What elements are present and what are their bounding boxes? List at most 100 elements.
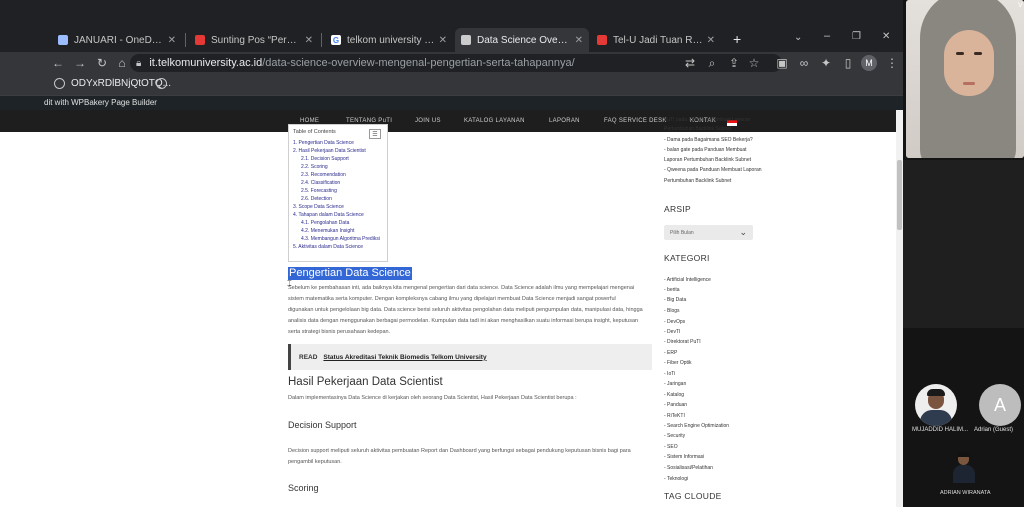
bookmark-item-globe[interactable] xyxy=(156,78,173,89)
category-link[interactable]: - DevTI xyxy=(664,329,680,335)
category-link[interactable]: - Fiber Optik xyxy=(664,360,692,366)
close-tab-icon[interactable]: ✕ xyxy=(575,35,583,46)
menu-kebab-icon[interactable]: ⋮ xyxy=(884,55,900,71)
category-link[interactable]: - Direktorat PuTI xyxy=(664,339,701,345)
page-scrollbar-thumb[interactable] xyxy=(897,160,902,230)
nav-join-us[interactable]: JOIN US xyxy=(415,118,441,124)
category-link[interactable]: - Katalog xyxy=(664,392,684,398)
section-title-hasil-pekerjaan: Hasil Pekerjaan Data Scientist xyxy=(288,376,443,388)
category-link[interactable]: - Big Data xyxy=(664,297,686,303)
extension-m-icon[interactable]: ▣ xyxy=(774,55,790,71)
category-link[interactable]: - RiTeKTI xyxy=(664,413,685,419)
wpbakery-edit-link[interactable]: dit with WPBakery Page Builder xyxy=(44,98,157,107)
reload-icon[interactable]: ↻ xyxy=(94,55,110,71)
toc-item[interactable]: 4.2. Menemukan Insight xyxy=(293,227,383,235)
recent-comment[interactable]: - Dama pada Bagaimana SEO Bekerja? xyxy=(664,137,753,143)
toc-item[interactable]: 2.6. Detection xyxy=(293,195,383,203)
nav-laporan[interactable]: LAPORAN xyxy=(549,118,580,124)
share-icon[interactable]: ⇪ xyxy=(726,55,742,71)
category-link[interactable]: - Security xyxy=(664,433,685,439)
lock-icon: 🔒︎ xyxy=(136,57,142,69)
tab-search-icon[interactable]: ⌄ xyxy=(794,32,802,43)
zoom-icon[interactable]: ⌕ xyxy=(704,55,720,71)
back-icon[interactable]: ← xyxy=(50,55,66,71)
toc-item[interactable]: 3. Scope Data Science xyxy=(293,203,383,211)
recent-comment[interactable]: PuTI pada Panduan Membuat Laporan xyxy=(664,117,750,123)
empty-video-tile xyxy=(903,160,1024,328)
minimize-icon[interactable]: – xyxy=(824,30,830,42)
tab-data-science-overview[interactable]: Data Science Overview : M ✕ xyxy=(455,28,589,52)
avatar-hair xyxy=(927,389,945,396)
participant-name: Adrian (Guest) xyxy=(974,427,1014,433)
toc-item[interactable]: 2.4. Classification xyxy=(293,179,383,187)
recent-comment[interactable]: - balan gate pada Panduan Membuat xyxy=(664,147,747,153)
tab-sunting-pos[interactable]: Sunting Pos “Perancangan ✕ xyxy=(189,28,319,52)
nav-katalog-layanan[interactable]: KATALOG LAYANAN xyxy=(464,118,525,124)
side-panel-icon[interactable]: ▯ xyxy=(840,55,856,71)
new-tab-button[interactable]: + xyxy=(733,31,741,47)
tab-title: telkom university - Penel xyxy=(347,34,435,46)
category-link[interactable]: - SEO xyxy=(664,444,678,450)
toc-item[interactable]: 5. Aktivitas dalam Data Science xyxy=(293,243,383,251)
toc-item[interactable]: 2. Hasil Pekerjaan Data Scientist xyxy=(293,147,383,155)
category-link[interactable]: - berita xyxy=(664,287,680,293)
category-link[interactable]: - DevOps xyxy=(664,319,685,325)
paragraph-line: sistem matematika serta komputer. Dengan… xyxy=(288,296,616,302)
nav-faq-service-desk[interactable]: FAQ SERVICE DESK xyxy=(604,118,667,124)
bookmark-star-icon[interactable]: ☆ xyxy=(746,55,762,71)
bookmark-item[interactable]: ODYxRDlBNjQtOTQ... xyxy=(54,78,171,89)
recent-comment[interactable]: Laporan Pertumbuhan Backlink Subnet xyxy=(664,157,751,163)
toc-item[interactable]: 4.3. Membangun Algoritma Prediksi xyxy=(293,235,383,243)
category-title: KATEGORI xyxy=(664,253,710,263)
archive-month-select[interactable]: Pilih Bulan ⌄ xyxy=(664,225,753,240)
self-avatar xyxy=(952,451,976,485)
archive-title: ARSIP xyxy=(664,204,692,214)
recent-comment[interactable]: Pertumbuhan Backlink Subnet xyxy=(664,126,731,132)
category-link[interactable]: - Jaringan xyxy=(664,381,686,387)
participant-avatar[interactable] xyxy=(915,384,957,426)
tab-telu-tuan-rumah[interactable]: Tel-U Jadi Tuan Rumah W ✕ xyxy=(591,28,721,52)
toc-item[interactable]: 2.3. Recomendation xyxy=(293,171,383,179)
toc-item[interactable]: 2.1. Decision Support xyxy=(293,155,383,163)
tab-onedrive[interactable]: JANUARI - OneDrive ✕ xyxy=(52,28,182,52)
read-also-link[interactable]: Status Akreditasi Teknik Biomedis Telkom… xyxy=(323,354,486,361)
category-link[interactable]: - IoTi xyxy=(664,371,675,377)
subtitle-decision-support: Decision Support xyxy=(288,420,357,430)
close-tab-icon[interactable]: ✕ xyxy=(305,35,313,46)
restore-icon[interactable]: ❐ xyxy=(852,31,861,42)
translate-icon[interactable]: ⇄ xyxy=(682,55,698,71)
category-link[interactable]: - Sistem Informasi xyxy=(664,454,704,460)
toc-item[interactable]: 1. Pengertian Data Science xyxy=(293,139,383,147)
google-icon: G xyxy=(331,35,341,45)
category-link[interactable]: - Panduan xyxy=(664,402,687,408)
globe-icon xyxy=(156,78,167,89)
extensions-puzzle-icon[interactable]: ✦ xyxy=(818,55,834,71)
close-tab-icon[interactable]: ✕ xyxy=(707,35,715,46)
tab-google-search[interactable]: G telkom university - Penel ✕ xyxy=(325,28,453,52)
forward-icon[interactable]: → xyxy=(72,55,88,71)
toc-item[interactable]: 2.2. Scoring xyxy=(293,163,383,171)
close-tab-icon[interactable]: ✕ xyxy=(168,35,176,46)
toc-item[interactable]: 2.5. Forecasting xyxy=(293,187,383,195)
category-link[interactable]: - Teknologi xyxy=(664,476,688,482)
presenter-face xyxy=(944,30,994,96)
recent-comment[interactable]: Pertumbuhan Backlink Subnet xyxy=(664,178,731,184)
category-link[interactable]: - Artificial Intelligence xyxy=(664,277,711,283)
category-link[interactable]: - ERP xyxy=(664,350,677,356)
toc-item[interactable]: 4. Tahapan dalam Data Science xyxy=(293,211,383,219)
extension-icon[interactable]: ∞ xyxy=(796,55,812,71)
category-link[interactable]: - Sosialisasi/Pelatihan xyxy=(664,465,713,471)
toc-item[interactable]: 4.1. Pengolahan Data xyxy=(293,219,383,227)
toc-toggle-button[interactable]: ☰ xyxy=(369,129,381,139)
url-host: it.telkomuniversity.ac.id xyxy=(149,57,263,69)
home-icon[interactable]: ⌂ xyxy=(114,55,130,71)
category-link[interactable]: - Blogs xyxy=(664,308,680,314)
profile-avatar[interactable]: M xyxy=(861,55,877,71)
recent-comment[interactable]: - Qweena pada Panduan Membuat Laporan xyxy=(664,167,762,173)
close-window-icon[interactable]: ✕ xyxy=(882,31,890,42)
globe-icon xyxy=(54,78,65,89)
category-link[interactable]: - Search Engine Optimization xyxy=(664,423,729,429)
corner-mark: V xyxy=(1018,2,1023,9)
close-tab-icon[interactable]: ✕ xyxy=(439,35,447,46)
participant-avatar-initial[interactable]: A xyxy=(979,384,1021,426)
